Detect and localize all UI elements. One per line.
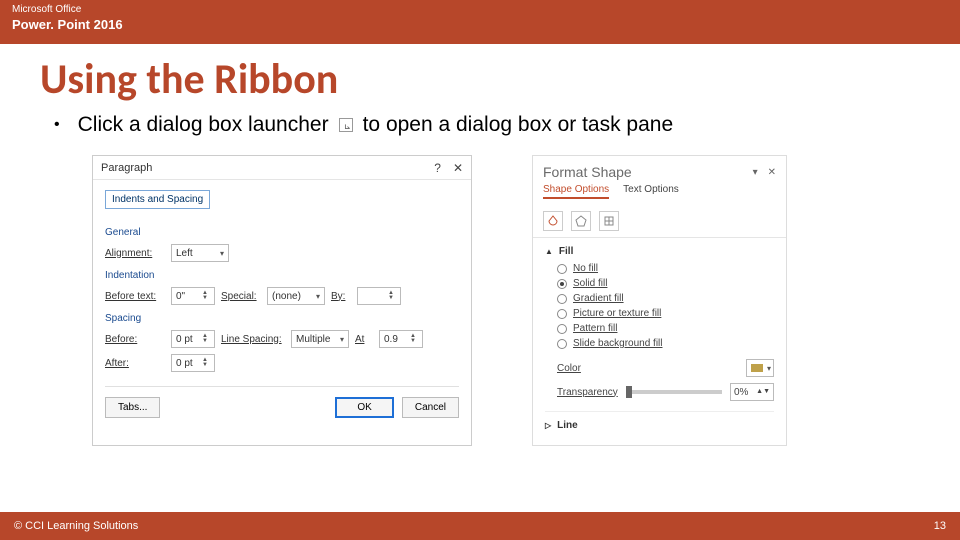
fill-line-icon[interactable] bbox=[543, 211, 563, 231]
line-section-header[interactable]: ▷ Line bbox=[545, 411, 774, 431]
label-line-spacing: Line Spacing: bbox=[221, 334, 285, 345]
tabs-button[interactable]: Tabs... bbox=[105, 397, 160, 418]
line-spacing-combo[interactable]: Multiple▾ bbox=[291, 330, 349, 348]
footer-page: 13 bbox=[934, 520, 946, 532]
label-alignment: Alignment: bbox=[105, 248, 165, 259]
tab-shape-options[interactable]: Shape Options bbox=[543, 184, 609, 199]
radio-gradient-fill[interactable]: Gradient fill bbox=[557, 293, 774, 304]
dialog-launcher-icon bbox=[339, 118, 353, 132]
ok-button[interactable]: OK bbox=[335, 397, 393, 418]
group-spacing: Spacing bbox=[105, 313, 459, 324]
bullet-text-1: Click a dialog box launcher bbox=[78, 113, 329, 137]
bullet-line: • Click a dialog box launcher to open a … bbox=[54, 113, 920, 137]
group-indentation: Indentation bbox=[105, 270, 459, 281]
label-color: Color bbox=[557, 363, 581, 374]
bullet-text-2: to open a dialog box or task pane bbox=[363, 113, 674, 137]
bullet-dot: • bbox=[54, 116, 60, 134]
label-special: Special: bbox=[221, 291, 261, 302]
close-icon[interactable]: ✕ bbox=[768, 167, 776, 178]
by-spinner[interactable]: ▲▼ bbox=[357, 287, 401, 305]
brand: Microsoft Office bbox=[12, 4, 948, 16]
special-combo[interactable]: (none)▾ bbox=[267, 287, 325, 305]
close-icon[interactable]: ✕ bbox=[453, 161, 463, 175]
tab-text-options[interactable]: Text Options bbox=[623, 184, 679, 199]
header-bar: Microsoft Office Power. Point 2016 bbox=[0, 0, 960, 44]
size-properties-icon[interactable] bbox=[599, 211, 619, 231]
help-icon[interactable]: ? bbox=[434, 161, 441, 175]
radio-picture-fill[interactable]: Picture or texture fill bbox=[557, 308, 774, 319]
format-shape-pane: Format Shape ▾ ✕ Shape Options Text Opti… bbox=[532, 155, 787, 446]
dialog-title: Paragraph bbox=[101, 162, 152, 174]
before-text-spinner[interactable]: 0"▲▼ bbox=[171, 287, 215, 305]
radio-no-fill[interactable]: No fill bbox=[557, 263, 774, 274]
radio-slide-bg-fill[interactable]: Slide background fill bbox=[557, 338, 774, 349]
page-title: Using the Ribbon bbox=[40, 54, 920, 105]
product: Power. Point 2016 bbox=[12, 17, 123, 32]
label-after: After: bbox=[105, 358, 165, 369]
radio-pattern-fill[interactable]: Pattern fill bbox=[557, 323, 774, 334]
paragraph-dialog: Paragraph ? ✕ Indents and Spacing Genera… bbox=[92, 155, 472, 446]
before-spinner[interactable]: 0 pt▲▼ bbox=[171, 330, 215, 348]
chevron-down-icon: ▾ bbox=[340, 335, 344, 344]
slide-content: Using the Ribbon • Click a dialog box la… bbox=[0, 44, 960, 446]
label-at: At bbox=[355, 334, 373, 345]
label-before-text: Before text: bbox=[105, 291, 165, 302]
chevron-down-icon: ▾ bbox=[316, 292, 320, 301]
fill-section-header[interactable]: ▲ Fill bbox=[545, 246, 774, 257]
after-spinner[interactable]: 0 pt▲▼ bbox=[171, 354, 215, 372]
at-spinner[interactable]: 0.9▲▼ bbox=[379, 330, 423, 348]
label-by: By: bbox=[331, 291, 351, 302]
alignment-combo[interactable]: Left▾ bbox=[171, 244, 229, 262]
label-transparency: Transparency bbox=[557, 387, 618, 398]
chevron-down-icon: ▾ bbox=[220, 249, 224, 258]
footer-bar: © CCI Learning Solutions 13 bbox=[0, 512, 960, 540]
footer-copyright: © CCI Learning Solutions bbox=[14, 520, 138, 532]
chevron-down-icon[interactable]: ▾ bbox=[753, 167, 758, 178]
radio-solid-fill[interactable]: Solid fill bbox=[557, 278, 774, 289]
effects-icon[interactable] bbox=[571, 211, 591, 231]
expand-icon: ▷ bbox=[545, 421, 551, 430]
pane-title: Format Shape bbox=[543, 164, 632, 180]
cancel-button[interactable]: Cancel bbox=[402, 397, 459, 418]
transparency-slider[interactable] bbox=[626, 390, 722, 394]
tab-indents-spacing[interactable]: Indents and Spacing bbox=[105, 190, 210, 209]
color-picker[interactable]: ▾ bbox=[746, 359, 774, 377]
group-general: General bbox=[105, 227, 459, 238]
transparency-value[interactable]: 0%▲▼ bbox=[730, 383, 774, 401]
dialog-titlebar: Paragraph ? ✕ bbox=[93, 156, 471, 180]
label-before: Before: bbox=[105, 334, 165, 345]
collapse-icon: ▲ bbox=[545, 247, 553, 256]
